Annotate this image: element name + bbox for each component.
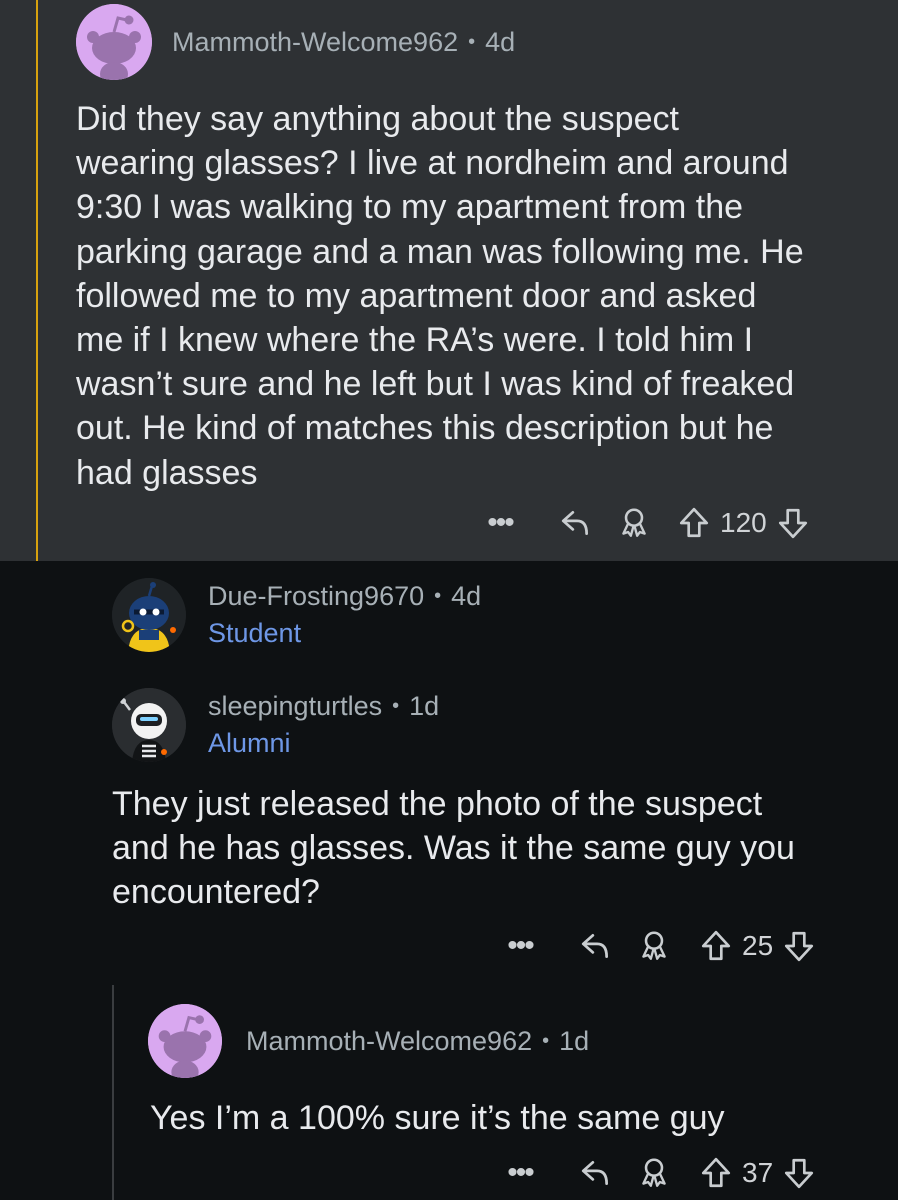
award-icon[interactable] [614, 506, 654, 540]
reply-icon[interactable] [576, 929, 616, 963]
body-line: had glasses [76, 453, 258, 492]
reply-icon[interactable] [576, 1156, 616, 1190]
body-line: parking garage and a man was following m… [76, 232, 804, 271]
upvote-icon[interactable] [696, 929, 736, 963]
body-line: wearing glasses? I live at nordheim and … [76, 144, 789, 183]
downvote-icon[interactable] [779, 1156, 819, 1190]
comment-age: 4d [451, 581, 482, 611]
user-block: sleepingturtles • 1d Alumni [208, 691, 439, 759]
body-line: Yes I’m a 100% sure it’s the same guy [150, 1099, 725, 1137]
more-options-icon[interactable]: ••• [500, 1158, 540, 1188]
comment-age: 1d [409, 691, 440, 721]
comment-header: sleepingturtles • 1d Alumni [112, 688, 439, 762]
separator-dot: • [468, 30, 476, 53]
snoo-avatar-icon [148, 1004, 222, 1078]
avatar[interactable] [148, 1004, 222, 1078]
user-line: Due-Frosting9670 • 4d [208, 581, 481, 612]
user-line: Mammoth-Welcome962 • 4d [172, 27, 515, 58]
username[interactable]: Mammoth-Welcome962 [246, 1026, 532, 1057]
separator-dot: • [392, 695, 400, 717]
snoo-avatar-icon [76, 4, 152, 80]
comment-age: 1d [559, 1025, 590, 1056]
upvote-icon[interactable] [696, 1156, 736, 1190]
separator-dot: • [542, 1029, 550, 1052]
comment-header: Mammoth-Welcome962 • 4d [76, 4, 515, 80]
avatar[interactable] [76, 4, 152, 80]
body-line: wasn’t sure and he left but I was kind o… [76, 365, 795, 404]
body-line: They just released the photo of the susp… [112, 785, 763, 823]
downvote-icon[interactable] [773, 506, 813, 540]
highlight-rail [36, 0, 38, 561]
body-line: followed me to my apartment door and ask… [76, 276, 757, 315]
body-line: me if I knew where the RA’s were. I told… [76, 321, 754, 360]
comment-header: Mammoth-Welcome962 • 1d [148, 1004, 589, 1078]
username[interactable]: sleepingturtles [208, 691, 382, 722]
username[interactable]: Due-Frosting9670 [208, 581, 424, 612]
user-line: Mammoth-Welcome962 • 1d [246, 1026, 589, 1057]
body-line: 9:30 I was walking to my apartment from … [76, 188, 744, 227]
comment-actions: ••• 37 [500, 1156, 819, 1190]
user-block: Due-Frosting9670 • 4d Student [208, 581, 481, 649]
body-line: out. He kind of matches this description… [76, 409, 774, 448]
upvote-icon[interactable] [674, 506, 714, 540]
comment-body: Did they say anything about the suspect … [76, 97, 804, 495]
student-avatar-icon [112, 578, 186, 652]
more-options-icon[interactable]: ••• [500, 931, 540, 961]
award-icon[interactable] [634, 1156, 674, 1190]
username[interactable]: Mammoth-Welcome962 [172, 27, 458, 58]
vote-score: 37 [742, 1157, 774, 1188]
astronaut-avatar-icon [112, 688, 186, 762]
user-flair: Alumni [208, 728, 291, 758]
body-line: encountered? [112, 873, 320, 912]
avatar[interactable] [112, 688, 186, 762]
comment-age: 4d [485, 26, 516, 57]
vote-score: 25 [742, 930, 774, 961]
more-options-icon[interactable]: ••• [480, 508, 520, 538]
comment-actions: ••• 120 [480, 506, 813, 540]
body-line: Did they say anything about the suspect [76, 100, 679, 138]
separator-dot: • [434, 585, 442, 607]
award-icon[interactable] [634, 929, 674, 963]
user-flair: Student [208, 618, 302, 648]
comment-body: Yes I’m a 100% sure it’s the same guy [150, 1096, 725, 1140]
comment-body: They just released the photo of the susp… [112, 782, 795, 915]
avatar[interactable] [112, 578, 186, 652]
user-line: sleepingturtles • 1d [208, 691, 439, 722]
comment-header: Due-Frosting9670 • 4d Student [112, 578, 481, 652]
vote-score: 120 [720, 507, 767, 538]
body-line: and he has glasses. Was it the same guy … [112, 829, 795, 868]
downvote-icon[interactable] [779, 929, 819, 963]
thread-line[interactable] [112, 985, 114, 1200]
reply-icon[interactable] [556, 506, 596, 540]
comment-actions: ••• 25 [500, 929, 819, 963]
